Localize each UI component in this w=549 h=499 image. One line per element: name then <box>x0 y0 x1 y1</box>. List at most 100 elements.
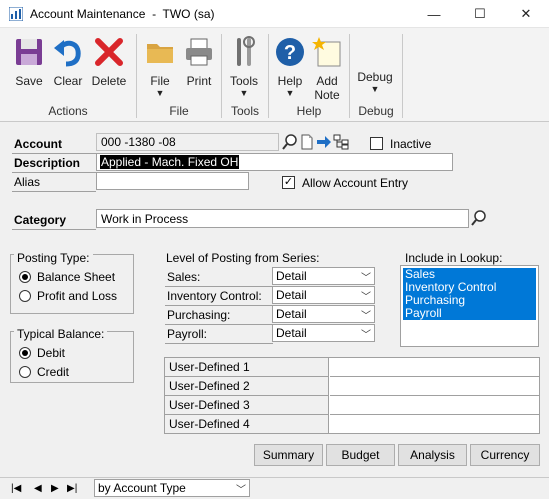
save-label: Save <box>15 74 43 88</box>
account-number-field[interactable]: 000 -1380 -08 <box>96 133 279 151</box>
minimize-button[interactable]: — <box>411 0 457 28</box>
tools-label: Tools <box>229 74 258 88</box>
allow-account-entry-checkbox[interactable]: ✓ <box>282 176 295 189</box>
inactive-label: Inactive <box>390 137 432 151</box>
user-defined-3-field[interactable] <box>330 396 539 415</box>
help-question-icon: ? <box>276 38 304 66</box>
chevron-down-icon: ﹀ <box>361 330 371 341</box>
include-in-lookup-title: Include in Lookup: <box>405 251 503 265</box>
credit-label: Credit <box>37 365 70 379</box>
delete-button[interactable]: Delete <box>88 36 130 88</box>
delete-label: Delete <box>91 74 127 88</box>
svg-text:?: ? <box>284 42 296 64</box>
add-note-button[interactable]: Add Note <box>309 36 345 102</box>
file-menu-button[interactable]: File ▼ <box>143 36 177 98</box>
summary-button[interactable]: Summary <box>254 444 323 466</box>
purchasing-posting-select[interactable]: Detail ﹀ <box>272 305 375 323</box>
printer-icon <box>186 38 212 66</box>
description-label: Description <box>12 154 96 173</box>
account-label: Account <box>12 135 96 154</box>
file-label: File <box>150 74 170 88</box>
window-title: Account Maintenance - TWO (sa) <box>30 7 215 21</box>
balance-sheet-label: Balance Sheet <box>37 270 116 284</box>
profit-loss-radio[interactable] <box>19 290 31 302</box>
payroll-posting-label: Payroll: <box>165 325 273 344</box>
browse-order-value: by Account Type <box>98 481 186 495</box>
description-value-selected: Applied - Mach. Fixed OH <box>100 155 240 169</box>
inventory-posting-label: Inventory Control: <box>165 287 273 306</box>
lookup-magnifier-icon[interactable] <box>282 134 298 150</box>
lookup-item-payroll[interactable]: Payroll <box>403 307 536 320</box>
inventory-posting-select[interactable]: Detail ﹀ <box>272 286 375 304</box>
credit-radio[interactable] <box>19 366 31 378</box>
chevron-down-icon: ﹀ <box>361 311 371 322</box>
group-label-tools: Tools <box>230 104 259 118</box>
user-defined-4-field[interactable] <box>330 415 539 433</box>
tools-menu-button[interactable]: Tools ▼ <box>226 36 262 98</box>
file-dropdown-icon: ▼ <box>155 88 165 98</box>
user-defined-1-field[interactable] <box>330 358 539 377</box>
title-bar: Account Maintenance - TWO (sa) — ☐ ✕ <box>0 0 549 28</box>
delete-x-icon <box>95 38 123 66</box>
balance-sheet-radio[interactable] <box>19 271 31 283</box>
group-label-debug: Debug <box>358 104 394 118</box>
save-button[interactable]: Save <box>9 36 49 88</box>
add-note-label-line2: Note <box>314 88 340 102</box>
category-label: Category <box>12 211 96 230</box>
group-label-actions: Actions <box>48 104 88 118</box>
category-lookup-icon[interactable] <box>471 210 487 226</box>
ribbon-separator <box>402 34 403 118</box>
payroll-posting-select[interactable]: Detail ﹀ <box>272 324 375 342</box>
chevron-down-icon: ﹀ <box>361 292 371 303</box>
app-chart-icon <box>9 7 23 21</box>
tools-wrench-icon <box>237 36 255 66</box>
first-record-icon[interactable]: |◀ <box>11 483 21 494</box>
group-label-help: Help <box>296 104 322 118</box>
analysis-button[interactable]: Analysis <box>398 444 467 466</box>
next-record-icon[interactable]: ▶ <box>51 483 59 494</box>
chevron-down-icon: ﹀ <box>236 485 246 496</box>
debit-radio[interactable] <box>19 347 31 359</box>
maximize-button[interactable]: ☐ <box>457 0 503 28</box>
debit-label: Debit <box>37 346 66 360</box>
go-to-arrow-icon[interactable] <box>316 134 332 150</box>
user-defined-2-field[interactable] <box>330 377 539 396</box>
new-document-icon[interactable] <box>299 134 315 150</box>
profit-loss-label: Profit and Loss <box>37 289 118 303</box>
alias-label: Alias <box>12 173 96 192</box>
sales-posting-label: Sales: <box>165 268 273 287</box>
hierarchy-icon[interactable] <box>333 134 349 150</box>
category-field[interactable]: Work in Process <box>96 209 469 228</box>
purchasing-posting-label: Purchasing: <box>165 306 273 325</box>
inactive-checkbox[interactable] <box>370 137 383 150</box>
typical-balance-title: Typical Balance: <box>14 327 108 341</box>
browse-bar <box>0 477 549 499</box>
help-menu-button[interactable]: ? Help ▼ <box>272 36 308 98</box>
alias-field[interactable] <box>96 172 249 190</box>
inventory-posting-value: Detail <box>276 288 307 302</box>
clear-label: Clear <box>53 74 83 88</box>
description-field[interactable]: Applied - Mach. Fixed OH <box>96 153 453 171</box>
posting-type-title: Posting Type: <box>14 251 93 265</box>
previous-record-icon[interactable]: ◀ <box>34 483 42 494</box>
browse-order-select[interactable]: by Account Type ﹀ <box>94 479 250 497</box>
level-of-posting-title: Level of Posting from Series: <box>166 251 320 265</box>
add-note-label-line1: Add <box>316 74 338 88</box>
print-label: Print <box>186 74 212 88</box>
sales-posting-select[interactable]: Detail ﹀ <box>272 267 375 285</box>
include-in-lookup-listbox[interactable]: Sales Inventory Control Purchasing Payro… <box>400 265 539 347</box>
last-record-icon[interactable]: ▶| <box>67 483 77 494</box>
close-button[interactable]: ✕ <box>503 0 549 28</box>
tools-dropdown-icon: ▼ <box>239 88 249 98</box>
budget-button[interactable]: Budget <box>326 444 395 466</box>
help-label: Help <box>277 74 303 88</box>
user-defined-4-label: User-Defined 4 <box>165 415 329 433</box>
note-star-icon <box>312 37 341 67</box>
debug-menu-button[interactable]: Debug ▼ <box>355 70 395 94</box>
group-label-file: File <box>169 104 189 118</box>
print-button[interactable]: Print <box>181 36 217 88</box>
purchasing-posting-value: Detail <box>276 307 307 321</box>
currency-button[interactable]: Currency <box>470 444 540 466</box>
clear-button[interactable]: Clear <box>50 36 86 88</box>
user-defined-1-label: User-Defined 1 <box>165 358 329 377</box>
